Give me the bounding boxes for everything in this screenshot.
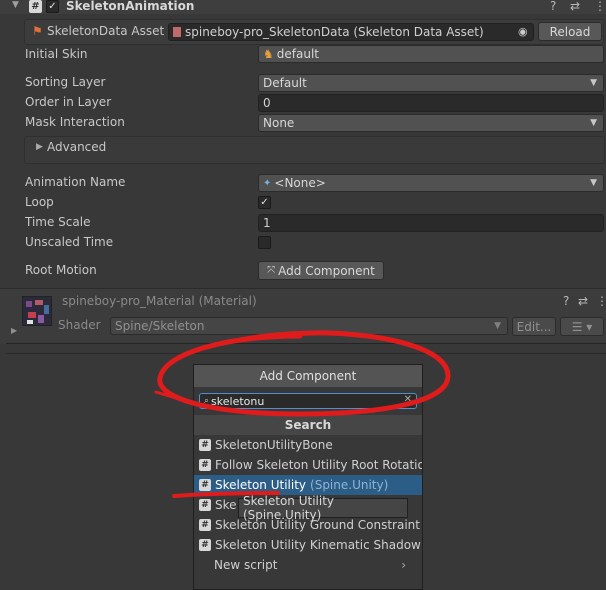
search-section-header: Search [194,415,422,435]
search-value: skeletonu [211,394,265,408]
asset-icon [173,27,181,37]
loop-label: Loop [25,195,54,209]
script-icon: # [199,499,211,511]
chevron-right-icon: › [401,558,406,572]
list-item-label: Follow Skeleton Utility Root Rotatio... [215,458,422,472]
material-presets-icon[interactable]: ⇄ [578,294,588,308]
root-motion-label: Root Motion [25,263,97,277]
script-icon: # [199,519,211,531]
order-in-layer-input[interactable]: 0 [258,94,604,112]
mask-interaction-label: Mask Interaction [25,115,125,129]
material-help-icon[interactable]: ? [563,294,569,308]
mask-interaction-value: None [263,116,295,130]
advanced-arrow-icon: ▶ [36,142,43,152]
unscaled-time-checkbox[interactable] [258,236,271,249]
search-icon: ⌕ [204,396,210,406]
object-picker-icon[interactable]: ◉ [518,25,528,38]
tooltip: Skeleton Utility (Spine.Unity) [238,494,408,522]
sorting-layer-dropdown[interactable]: Default ▼ [258,74,604,92]
foldout-arrow-icon[interactable]: ▼ [12,0,19,10]
mask-interaction-dropdown[interactable]: None ▼ [258,114,604,132]
initial-skin-value: default [276,47,319,61]
divider [6,343,606,344]
list-item-label: Skeleton Utility [215,478,307,492]
add-component-inline-button[interactable]: ⤧ Add Component [258,261,384,280]
list-item-namespace: (Spine.Unity) [310,478,389,492]
time-scale-label: Time Scale [25,215,91,229]
list-item[interactable]: # Skeleton Utility Kinematic Shadow ... [194,535,422,555]
divider [6,353,606,354]
sorting-layer-value: Default [263,76,307,90]
add-component-inline-label: Add Component [278,263,375,278]
material-thumbnail [22,296,52,326]
shader-value: Spine/Skeleton [115,319,205,333]
add-component-popup: Add Component ⌕ skeletonu ✕ Search # Ske… [193,364,423,590]
skin-icon: ♞ [263,47,274,61]
initial-skin-label: Initial Skin [25,47,88,61]
script-icon: # [199,459,211,471]
animation-name-label: Animation Name [25,175,126,189]
list-item-label: Skeleton Utility Kinematic Shadow ... [215,538,422,552]
chevron-down-icon: ▼ [590,118,597,128]
reload-button[interactable]: Reload [538,22,602,41]
list-item-label: SkeletonUtilityBone [215,438,333,452]
skeleton-data-icon: ⚑ [32,24,43,38]
material-foldout-icon[interactable]: ▶ [11,326,17,335]
red-stroke-tail [154,390,178,400]
animation-name-value: <None> [274,176,326,190]
advanced-foldout[interactable] [24,136,605,164]
order-in-layer-label: Order in Layer [25,95,112,109]
shader-dropdown[interactable]: Spine/Skeleton ▼ [110,317,508,335]
chevron-down-icon: ▼ [590,178,597,188]
component-search-input[interactable]: ⌕ skeletonu ✕ [199,393,417,409]
sorting-layer-label: Sorting Layer [25,75,106,89]
new-script-label: New script [214,558,278,572]
time-scale-input[interactable]: 1 [258,214,604,232]
unscaled-time-label: Unscaled Time [25,235,114,249]
list-item-selected[interactable]: # Skeleton Utility (Spine.Unity) [194,475,422,495]
list-item[interactable]: # Follow Skeleton Utility Root Rotatio..… [194,455,422,475]
more-options-icon[interactable]: ⋮ [594,0,606,13]
script-hash-icon: # [29,0,42,13]
animation-icon: ✦ [263,177,272,189]
component-enabled-checkbox[interactable]: ✓ [46,0,59,13]
material-name: spineboy-pro_Material (Material) [62,294,257,308]
script-icon: # [199,539,211,551]
chevron-down-icon: ▼ [590,78,597,88]
skeleton-data-value: spineboy-pro_SkeletonData (Skeleton Data… [185,25,484,39]
material-more-icon[interactable]: ⋮ [596,294,606,308]
animation-name-dropdown[interactable]: ✦ <None> ▼ [258,174,604,192]
help-icon[interactable]: ? [550,0,556,13]
shader-edit-button[interactable]: Edit... [512,317,556,336]
shader-label: Shader [58,318,101,332]
popup-title: Add Component [194,365,422,387]
component-title: SkeletonAnimation [66,0,195,13]
skeleton-data-label: SkeletonData Asset [47,24,165,38]
list-item[interactable]: # SkeletonUtilityBone [194,435,422,455]
advanced-label[interactable]: Advanced [47,140,106,154]
loop-checkbox[interactable]: ✓ [258,196,271,209]
initial-skin-dropdown[interactable]: ♞ default [258,45,604,63]
list-item-label: Ske [215,498,237,512]
chevron-down-icon: ▼ [494,321,501,331]
list-icon: ☰ ▾ [571,319,593,334]
skeleton-data-field[interactable]: spineboy-pro_SkeletonData (Skeleton Data… [168,23,534,41]
script-icon: # [199,439,211,451]
new-script-item[interactable]: New script › [194,555,422,575]
script-icon: # [199,479,211,491]
clear-search-icon[interactable]: ✕ [404,394,412,405]
add-component-icon: ⤧ [267,265,276,276]
presets-icon[interactable]: ⇄ [570,0,580,13]
shader-options-button[interactable]: ☰ ▾ [560,317,604,336]
